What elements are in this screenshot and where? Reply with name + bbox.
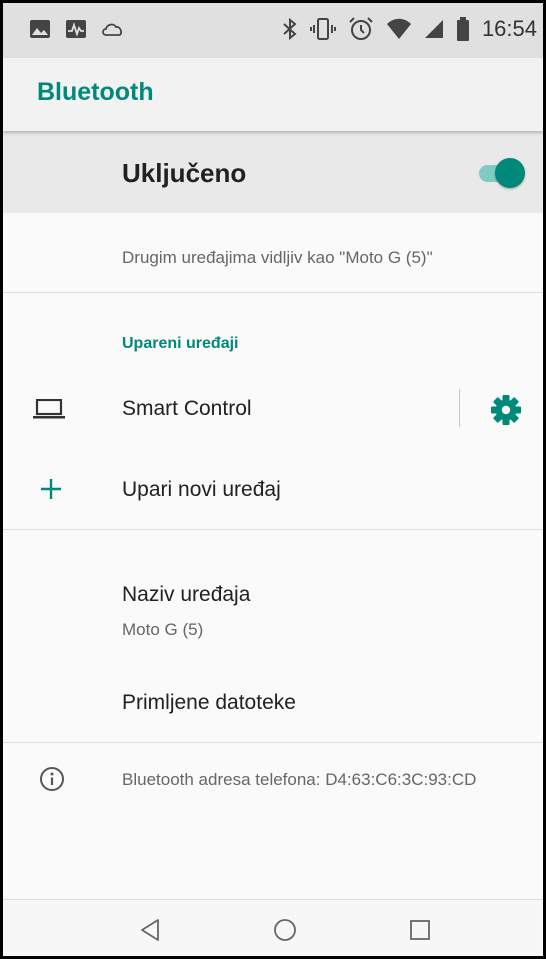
back-icon[interactable]	[137, 917, 163, 943]
info-icon	[40, 767, 64, 791]
phone-screen: 16:54 Bluetooth Uključeno Drugim uređaji…	[0, 0, 546, 959]
row-separator	[459, 389, 460, 427]
battery-icon	[456, 17, 469, 41]
alarm-icon	[349, 17, 373, 40]
status-time: 16:54	[481, 16, 537, 41]
image-notification-icon	[30, 20, 50, 38]
received-files-label: Primljene datoteke	[122, 691, 296, 714]
activity-notification-icon	[66, 20, 86, 38]
pair-new-device-label: Upari novi uređaj	[122, 478, 281, 501]
paired-devices-header: Upareni uređaji	[122, 335, 239, 352]
recents-icon[interactable]	[407, 917, 433, 943]
divider	[3, 292, 543, 293]
bluetooth-master-switch-row[interactable]: Uključeno	[3, 131, 543, 213]
gear-icon[interactable]	[489, 393, 523, 427]
visibility-description: Drugim uređajima vidljiv kao "Moto G (5)…	[122, 248, 433, 267]
bluetooth-address-text: Bluetooth adresa telefona: D4:63:C6:3C:9…	[122, 770, 477, 789]
laptop-icon	[33, 399, 65, 419]
vibrate-icon	[309, 18, 336, 40]
bluetooth-toggle[interactable]	[477, 158, 527, 188]
page-title: Bluetooth	[37, 78, 154, 106]
notification-icons	[29, 19, 125, 39]
bluetooth-icon	[283, 17, 297, 41]
app-bar: Bluetooth	[3, 58, 543, 131]
cloud-notification-icon	[102, 23, 123, 36]
device-name-value: Moto G (5)	[122, 620, 204, 639]
cell-signal-icon	[424, 20, 443, 38]
wifi-icon	[386, 18, 411, 39]
toggle-thumb	[495, 158, 525, 188]
system-icons: 16:54	[282, 16, 537, 42]
device-name-label: Naziv uređaja	[122, 583, 251, 606]
paired-device-name: Smart Control	[122, 397, 252, 420]
divider	[3, 529, 543, 530]
navigation-bar	[3, 899, 543, 956]
plus-icon	[41, 479, 61, 499]
home-icon[interactable]	[272, 917, 298, 943]
master-switch-label: Uključeno	[122, 158, 247, 188]
status-bar: 16:54	[3, 3, 543, 58]
divider	[3, 742, 543, 743]
